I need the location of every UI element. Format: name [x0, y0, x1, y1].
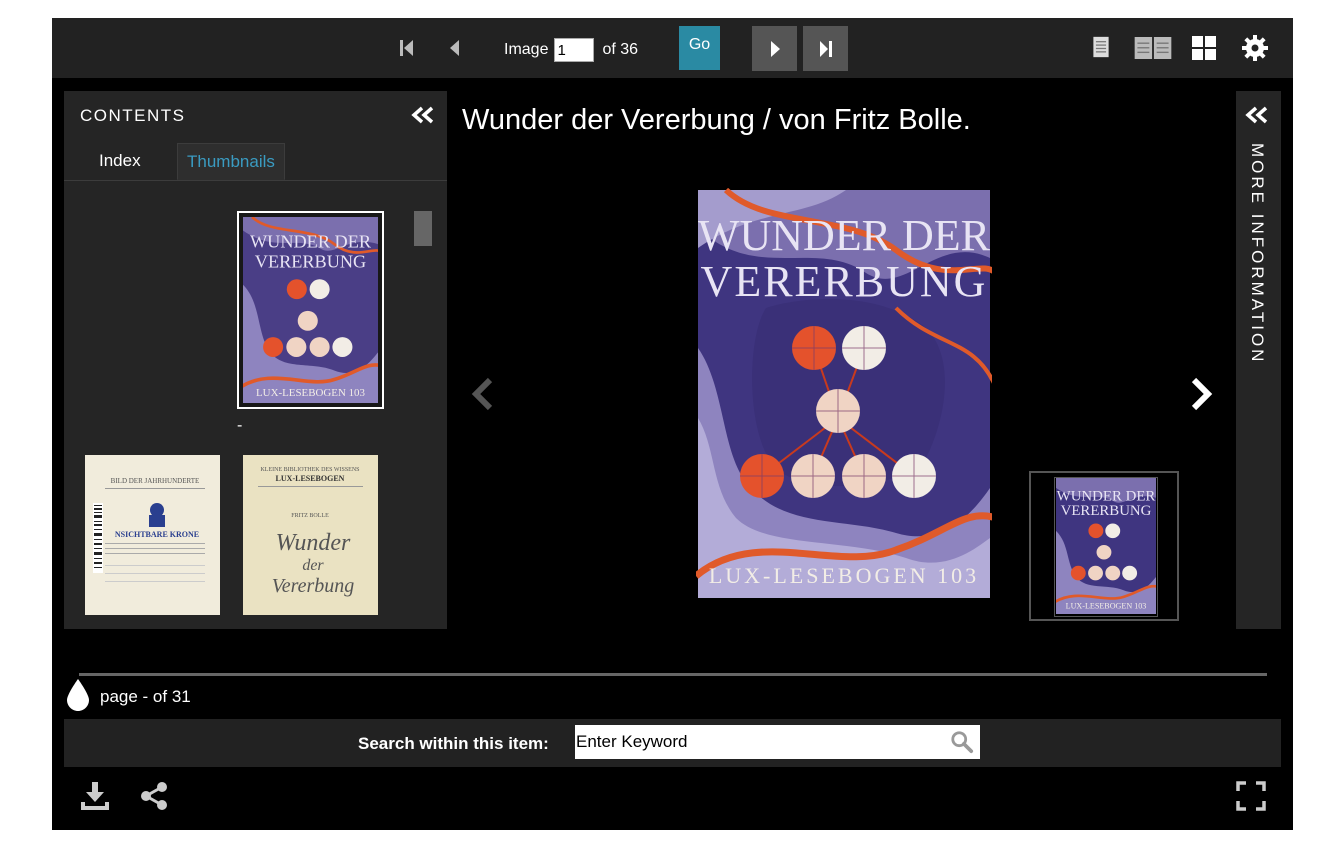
thumbnail-title-page[interactable]: KLEINE BIBLIOTHEK DES WISSENS LUX-LESEBO… — [243, 455, 378, 615]
search-bar: Search within this item: — [64, 719, 1281, 767]
search-box — [575, 725, 980, 759]
back-cover-title: NSICHTBARE KRONE — [115, 530, 199, 539]
title-page-line3: Vererbung — [272, 575, 355, 597]
contents-tabs: Index Thumbnails — [64, 143, 447, 181]
next-page-icon — [771, 41, 780, 57]
page-title: Wunder der Vererbung / von Fritz Bolle. — [462, 104, 971, 136]
fullscreen-icon[interactable] — [1235, 780, 1267, 812]
go-button[interactable]: Go — [679, 26, 720, 70]
thumbnail-cover-image: WUNDER DER VERERBUNG LUX-LESEBOGEN 103 — [243, 217, 378, 403]
thumbnail-footer: LUX-LESEBOGEN 103 — [256, 387, 366, 399]
book-viewer: Image of 36 Go — [52, 18, 1293, 830]
next-page-button[interactable] — [752, 26, 797, 71]
previous-arrow-icon[interactable] — [468, 376, 496, 412]
contents-panel: CONTENTS Index Thumbnails WUNDER DER VER… — [64, 91, 447, 629]
tab-index[interactable]: Index — [90, 143, 150, 180]
two-page-view-icon[interactable] — [1132, 37, 1174, 59]
tab-thumbnails[interactable]: Thumbnails — [177, 143, 285, 180]
settings-icon[interactable] — [1242, 35, 1268, 61]
thumbnail-title-line1: WUNDER DER — [250, 232, 372, 252]
more-information-label[interactable]: MORE INFORMATION — [1247, 143, 1267, 364]
cover-title-line2: VERERBUNG — [701, 257, 988, 306]
more-information-panel[interactable]: MORE INFORMATION — [1236, 91, 1281, 629]
contents-title: CONTENTS — [80, 106, 186, 125]
title-page-line2: der — [302, 557, 324, 574]
page-selector: Image of 36 — [504, 36, 638, 64]
image-navigator[interactable]: WUNDER DER VERERBUNG LUX-LESEBOGEN 103 — [1029, 471, 1179, 621]
page-slider-track[interactable] — [79, 673, 1267, 676]
page-label: Image — [504, 41, 549, 58]
thumbnail-label: - — [237, 417, 243, 434]
page-count: page - of 31 — [100, 687, 191, 706]
last-page-button[interactable] — [803, 26, 848, 71]
search-label: Search within this item: — [358, 734, 549, 753]
share-icon[interactable] — [138, 780, 170, 812]
collapse-left-icon[interactable] — [410, 105, 436, 125]
thumbnail-list: WUNDER DER VERERBUNG LUX-LESEBOGEN 103 -… — [64, 181, 447, 629]
single-page-view-icon[interactable] — [1090, 36, 1112, 58]
page-total: of 36 — [602, 41, 639, 58]
title-page-header-2: LUX-LESEBOGEN — [276, 474, 345, 483]
page-number-input[interactable] — [554, 38, 595, 62]
top-toolbar: Image of 36 Go — [52, 18, 1293, 78]
previous-page-icon[interactable] — [444, 37, 466, 59]
thumbnail-title-line2: VERERBUNG — [255, 252, 366, 272]
title-page-header-1: KLEINE BIBLIOTHEK DES WISSENS — [260, 467, 359, 473]
first-page-icon[interactable] — [396, 37, 418, 59]
next-arrow-icon[interactable] — [1188, 376, 1216, 412]
search-input[interactable] — [575, 725, 945, 759]
navigator-viewport[interactable] — [1054, 477, 1158, 617]
title-page-line1: Wunder — [276, 530, 351, 556]
download-icon[interactable] — [79, 780, 111, 812]
search-icon[interactable] — [950, 730, 974, 754]
slider-handle-icon[interactable] — [65, 678, 91, 712]
cover-image: WUNDER DER VERERBUNG LUX-LESEBOGEN 103 — [696, 188, 992, 598]
grid-view-icon[interactable] — [1192, 36, 1216, 60]
expand-left-icon[interactable] — [1244, 105, 1270, 125]
thumbnail-scrollbar[interactable] — [414, 211, 432, 246]
last-page-icon — [820, 41, 832, 57]
cover-footer: LUX-LESEBOGEN 103 — [709, 563, 979, 588]
cover-title-line1: WUNDER DER — [698, 211, 991, 260]
thumbnail-selected[interactable]: WUNDER DER VERERBUNG LUX-LESEBOGEN 103 — [237, 211, 384, 409]
thumbnail-back-cover[interactable]: BILD DER JAHRHUNDERTE NSICHTBARE KRONE — [85, 455, 220, 615]
back-cover-header: BILD DER JAHRHUNDERTE — [111, 477, 200, 485]
title-page-author: FRITZ BOLLE — [291, 513, 329, 519]
